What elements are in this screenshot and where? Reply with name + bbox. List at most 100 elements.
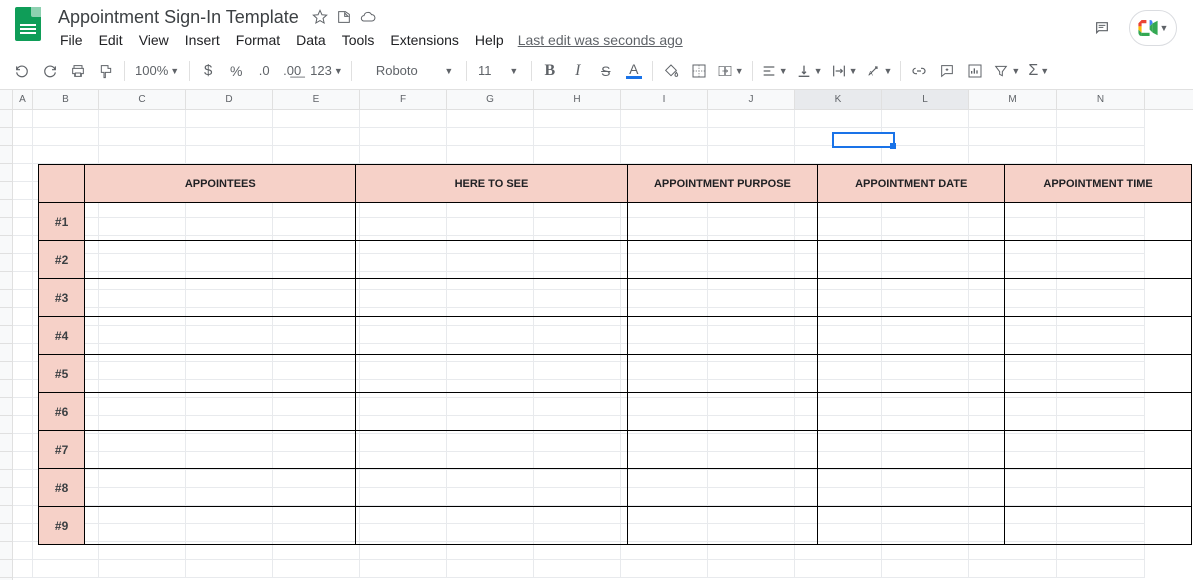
row-header-5[interactable] [0, 182, 12, 200]
row-header-18[interactable] [0, 416, 12, 434]
menu-data[interactable]: Data [288, 28, 334, 52]
row-header-9[interactable] [0, 254, 12, 272]
row-header-3[interactable] [0, 146, 12, 164]
table-cell[interactable] [85, 279, 356, 317]
menu-format[interactable]: Format [228, 28, 288, 52]
borders-button[interactable] [685, 58, 713, 84]
row-header-20[interactable] [0, 452, 12, 470]
menu-view[interactable]: View [131, 28, 177, 52]
table-cell[interactable] [85, 317, 356, 355]
table-cell[interactable] [356, 355, 627, 393]
col-header-M[interactable]: M [969, 90, 1057, 109]
last-edit-link[interactable]: Last edit was seconds ago [518, 32, 683, 48]
row-header-11[interactable] [0, 290, 12, 308]
print-button[interactable] [64, 58, 92, 84]
table-cell[interactable] [1005, 279, 1192, 317]
table-cell[interactable] [627, 431, 818, 469]
font-select[interactable]: Roboto [356, 58, 434, 84]
undo-button[interactable] [8, 58, 36, 84]
table-cell[interactable] [818, 279, 1005, 317]
row-header-21[interactable] [0, 470, 12, 488]
table-cell[interactable] [627, 507, 818, 545]
table-cell[interactable] [627, 203, 818, 241]
row-header-14[interactable] [0, 344, 12, 362]
row-header-8[interactable] [0, 236, 12, 254]
font-size-dropdown-icon[interactable]: ▼ [499, 58, 527, 84]
row-header-23[interactable] [0, 506, 12, 524]
menu-tools[interactable]: Tools [334, 28, 383, 52]
table-cell[interactable] [818, 469, 1005, 507]
table-cell[interactable] [818, 241, 1005, 279]
menu-help[interactable]: Help [467, 28, 512, 52]
merge-button[interactable]: ▼ [713, 58, 748, 84]
redo-button[interactable] [36, 58, 64, 84]
strikethrough-button[interactable]: S [592, 58, 620, 84]
valign-button[interactable]: ▼ [792, 58, 827, 84]
number-format-select[interactable]: 123▼ [306, 58, 347, 84]
col-header-E[interactable]: E [273, 90, 360, 109]
table-cell[interactable] [1005, 317, 1192, 355]
menu-file[interactable]: File [52, 28, 91, 52]
table-cell[interactable] [1005, 469, 1192, 507]
row-header-12[interactable] [0, 308, 12, 326]
row-header-13[interactable] [0, 326, 12, 344]
row-header-16[interactable] [0, 380, 12, 398]
table-cell[interactable] [85, 203, 356, 241]
row-header-10[interactable] [0, 272, 12, 290]
row-header-15[interactable] [0, 362, 12, 380]
col-header-B[interactable]: B [33, 90, 99, 109]
table-cell[interactable] [1005, 393, 1192, 431]
italic-button[interactable]: I [564, 58, 592, 84]
table-cell[interactable] [627, 469, 818, 507]
table-cell[interactable] [1005, 241, 1192, 279]
cloud-icon[interactable] [359, 8, 377, 26]
col-header-N[interactable]: N [1057, 90, 1145, 109]
table-cell[interactable] [85, 469, 356, 507]
move-icon[interactable] [335, 8, 353, 26]
col-header-D[interactable]: D [186, 90, 273, 109]
font-dropdown-icon[interactable]: ▼ [434, 58, 462, 84]
row-header-24[interactable] [0, 524, 12, 542]
row-header-2[interactable] [0, 128, 12, 146]
increase-decimal-button[interactable]: .0̲0̲ [278, 58, 306, 84]
table-cell[interactable] [818, 507, 1005, 545]
menu-edit[interactable]: Edit [91, 28, 131, 52]
star-icon[interactable] [311, 8, 329, 26]
col-header-L[interactable]: L [882, 90, 969, 109]
row-header-22[interactable] [0, 488, 12, 506]
table-cell[interactable] [627, 317, 818, 355]
chart-button[interactable] [961, 58, 989, 84]
table-cell[interactable] [85, 507, 356, 545]
table-cell[interactable] [356, 241, 627, 279]
zoom-select[interactable]: 100%▼ [129, 58, 185, 84]
app-logo[interactable] [10, 6, 46, 42]
document-title[interactable]: Appointment Sign-In Template [52, 5, 305, 30]
row-header-7[interactable] [0, 218, 12, 236]
fill-color-button[interactable] [657, 58, 685, 84]
col-header-F[interactable]: F [360, 90, 447, 109]
font-size-select[interactable]: 11 [471, 58, 499, 84]
row-header-26[interactable] [0, 560, 12, 578]
col-header-K[interactable]: K [795, 90, 882, 109]
bold-button[interactable]: B [536, 58, 564, 84]
table-cell[interactable] [1005, 355, 1192, 393]
table-cell[interactable] [1005, 507, 1192, 545]
menu-insert[interactable]: Insert [177, 28, 228, 52]
table-cell[interactable] [627, 279, 818, 317]
table-cell[interactable] [356, 431, 627, 469]
col-header-I[interactable]: I [621, 90, 708, 109]
comment-button[interactable] [933, 58, 961, 84]
col-header-H[interactable]: H [534, 90, 621, 109]
row-header-6[interactable] [0, 200, 12, 218]
currency-button[interactable]: $ [194, 58, 222, 84]
row-header-1[interactable] [0, 110, 12, 128]
table-cell[interactable] [356, 279, 627, 317]
percent-button[interactable]: % [222, 58, 250, 84]
link-button[interactable] [905, 58, 933, 84]
col-header-A[interactable]: A [13, 90, 33, 109]
meet-button[interactable]: ▼ [1129, 10, 1177, 46]
rotate-button[interactable]: A▼ [861, 58, 896, 84]
row-header-25[interactable] [0, 542, 12, 560]
table-cell[interactable] [85, 431, 356, 469]
col-header-C[interactable]: C [99, 90, 186, 109]
